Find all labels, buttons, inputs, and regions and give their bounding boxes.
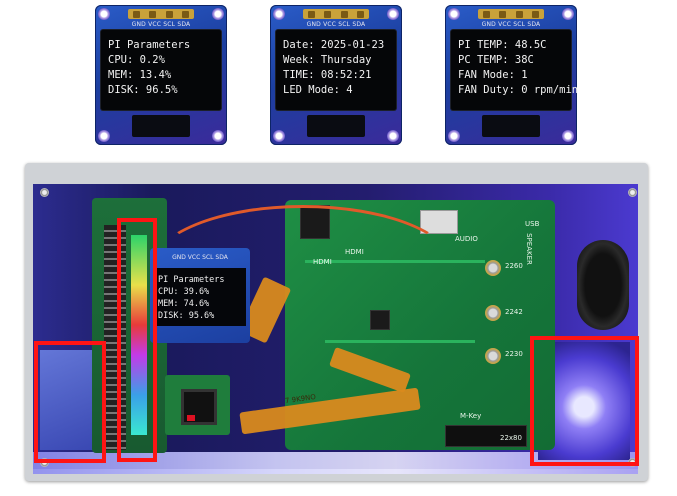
m2-standoff [485, 348, 501, 364]
oled-module-temperature: GND VCC SCL SDA PI TEMP: 48.5C PC TEMP: … [445, 5, 579, 145]
oled-line: PC TEMP: 38C [458, 54, 534, 66]
oled-line: PI Parameters [158, 275, 225, 285]
highlight-box-right-fan [530, 336, 639, 466]
mounting-hole [273, 130, 285, 142]
oled-screen: Date: 2025-01-23 Week: Thursday TIME: 08… [276, 30, 396, 110]
camera-module [165, 375, 230, 435]
oled-line: MEM: 74.6% [158, 299, 210, 309]
m2-standoff [485, 305, 501, 321]
speaker-label: SPEAKER [524, 233, 533, 265]
mounting-hole [212, 130, 224, 142]
flex-cable [482, 115, 540, 137]
m2-size-label: 2242 [505, 308, 523, 316]
highlight-box-gpio [117, 218, 157, 462]
oled-line: LED Mode: 4 [283, 84, 353, 96]
pcb-trace [325, 340, 475, 343]
pin-label: GND VCC SCL SDA [481, 21, 541, 28]
mounting-hole [562, 130, 574, 142]
m2-key-label: M-Key [460, 412, 482, 420]
speaker [577, 240, 629, 330]
pin-label: GND VCC SCL SDA [306, 21, 366, 28]
oled-line: FAN Mode: 1 [458, 69, 528, 81]
pin-label: GND VCC SCL SDA [172, 254, 228, 261]
enclosure-screw [628, 188, 637, 197]
oled-screen: PI Parameters CPU: 0.2% MEM: 13.4% DISK:… [101, 30, 221, 110]
oled-screen: PI TEMP: 48.5C PC TEMP: 38C FAN Mode: 1 … [451, 30, 579, 110]
pin-label: GND VCC SCL SDA [131, 21, 191, 28]
usb-label: USB [525, 220, 540, 228]
m2-standoff [485, 260, 501, 276]
m2-size-label: 2230 [505, 350, 523, 358]
mounting-hole [273, 8, 285, 20]
pin-header [303, 9, 369, 19]
mounting-hole [98, 8, 110, 20]
oled-line: Week: Thursday [283, 54, 372, 66]
oled-module-date-time: GND VCC SCL SDA Date: 2025-01-23 Week: T… [270, 5, 402, 145]
mounting-hole [448, 8, 460, 20]
oled-line: DISK: 95.6% [158, 311, 215, 321]
oled-line: DISK: 96.5% [108, 84, 178, 96]
oled-line: TIME: 08:52:21 [283, 69, 372, 81]
oled-line: Date: 2025-01-23 [283, 39, 385, 51]
oled-line: PI Parameters [108, 39, 191, 51]
mounting-hole [387, 8, 399, 20]
mounting-hole [387, 130, 399, 142]
mounting-hole [562, 8, 574, 20]
highlight-box-left-fan [34, 341, 106, 463]
mounting-hole [212, 8, 224, 20]
oled-line: MEM: 13.4% [108, 69, 172, 81]
pin-header [128, 9, 194, 19]
audio-label: AUDIO [455, 235, 478, 243]
oled-line: FAN Duty: 0 rpm/min [458, 84, 579, 96]
status-led [187, 415, 195, 421]
oled-line: CPU: 39.6% [158, 287, 210, 297]
flex-cable [132, 115, 190, 137]
pin-header [478, 9, 544, 19]
ssd-label: 22x80 [500, 434, 522, 442]
embedded-oled-module: GND VCC SCL SDA PI Parameters CPU: 39.6%… [150, 248, 250, 343]
oled-module-pi-parameters: GND VCC SCL SDA PI Parameters CPU: 0.2% … [95, 5, 227, 145]
mounting-hole [448, 130, 460, 142]
oled-line: CPU: 0.2% [108, 54, 165, 66]
flex-cable [307, 115, 365, 137]
oled-line: PI TEMP: 48.5C [458, 39, 547, 51]
enclosure-screw [40, 188, 49, 197]
m2-size-label: 2260 [505, 262, 523, 270]
mounting-hole [98, 130, 110, 142]
